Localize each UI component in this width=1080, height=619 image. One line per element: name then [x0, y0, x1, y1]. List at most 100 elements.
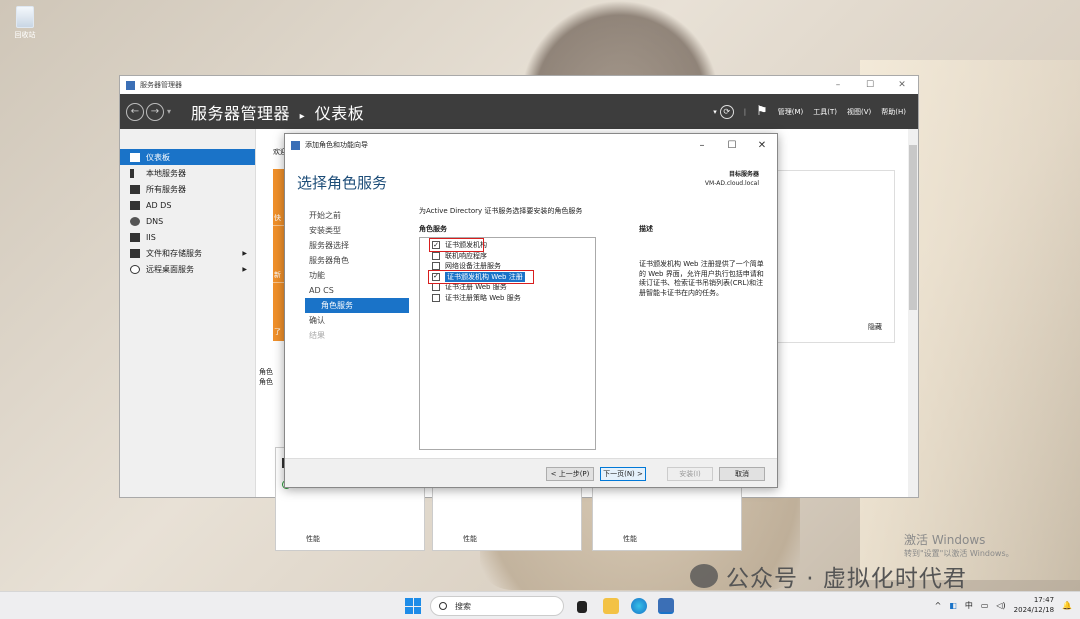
- step-features[interactable]: 功能: [305, 268, 409, 283]
- description-text: 证书颁发机构 Web 注册提供了一个简单的 Web 界面，允许用户执行包括申请和…: [639, 260, 764, 297]
- previous-button[interactable]: < 上一步(P): [546, 467, 594, 481]
- taskbar-search[interactable]: 搜索: [430, 596, 564, 616]
- input-language[interactable]: 中: [965, 600, 973, 611]
- step-server-roles[interactable]: 服务器角色: [305, 253, 409, 268]
- sidebar-item-label: 文件和存储服务: [146, 248, 202, 258]
- server-manager-sidebar: 仪表板 本地服务器 所有服务器 AD DS DNS IIS 文件和存储服务 ▶: [120, 129, 256, 497]
- page-title: 选择角色服务: [297, 174, 388, 192]
- sidebar-item-file-storage[interactable]: 文件和存储服务 ▶: [120, 245, 255, 261]
- network-icon[interactable]: ▭: [981, 601, 989, 610]
- sidebar-item-ad-ds[interactable]: AD DS: [120, 197, 255, 213]
- dashboard-scrollbar[interactable]: [908, 129, 918, 497]
- role-service-label: 证书注册策略 Web 服务: [445, 293, 521, 302]
- back-arrow-icon[interactable]: ←: [126, 102, 144, 121]
- server-icon: [130, 168, 134, 178]
- step-server-selection[interactable]: 服务器选择: [305, 238, 409, 253]
- menu-manage[interactable]: 管理(M): [778, 107, 804, 117]
- cancel-button[interactable]: 取消: [719, 467, 765, 481]
- activate-windows-title: 激活 Windows: [904, 533, 986, 547]
- clock-time: 17:47: [1033, 596, 1055, 604]
- app-tray-icon[interactable]: ◧: [949, 601, 957, 610]
- step-role-services[interactable]: 角色服务: [305, 298, 409, 313]
- forward-arrow-icon[interactable]: →: [146, 102, 164, 121]
- step-installation-type[interactable]: 安装类型: [305, 223, 409, 238]
- windows-start-icon[interactable]: [405, 598, 421, 614]
- highlight-box: [428, 270, 534, 284]
- refresh-dropdown[interactable]: ▾ ⟳: [713, 104, 734, 119]
- checkbox[interactable]: [432, 283, 440, 292]
- checkbox[interactable]: [432, 293, 440, 302]
- wizard-titlebar[interactable]: 添加角色和功能向导 – ☐ ✕: [285, 134, 777, 156]
- task-view-icon[interactable]: [577, 601, 587, 613]
- step-confirmation[interactable]: 确认: [305, 313, 409, 328]
- server-manager-window-title: 服务器管理器: [140, 81, 182, 89]
- checkbox[interactable]: [432, 251, 440, 260]
- sidebar-item-local-server[interactable]: 本地服务器: [120, 165, 255, 181]
- minimize-button[interactable]: –: [687, 140, 717, 151]
- menu-help[interactable]: 帮助(H): [881, 107, 906, 117]
- sidebar-item-all-servers[interactable]: 所有服务器: [120, 181, 255, 197]
- clock[interactable]: 17:47 2024/12/18: [1014, 595, 1054, 615]
- menu-tools[interactable]: 工具(T): [813, 107, 837, 117]
- edge-browser-icon[interactable]: [631, 598, 647, 614]
- activate-windows-subtitle: 转到"设置"以激活 Windows。: [904, 549, 1014, 558]
- destination-label: 目标服务器: [728, 171, 759, 178]
- wizard-app-icon: [291, 140, 300, 150]
- iis-icon: [130, 232, 140, 242]
- step-ad-cs[interactable]: AD CS: [305, 283, 409, 298]
- menu-view[interactable]: 视图(V): [847, 107, 871, 117]
- recycle-bin-icon: [16, 6, 34, 28]
- notifications-flag-icon[interactable]: ⚑: [756, 104, 768, 119]
- sidebar-item-remote-desktop[interactable]: 远程桌面服务 ▶: [120, 261, 255, 277]
- role-service-online-responder[interactable]: 联机响应程序: [420, 251, 595, 262]
- close-button[interactable]: ✕: [886, 80, 918, 90]
- tile-caption: 性能: [623, 535, 637, 543]
- step-results: 结果: [309, 331, 325, 340]
- minimize-button[interactable]: –: [822, 80, 854, 90]
- dns-icon: [130, 216, 140, 226]
- volume-icon[interactable]: ◁): [996, 601, 1005, 610]
- hide-link[interactable]: 隐藏: [868, 322, 882, 332]
- wizard-body: 选择角色服务 目标服务器 VM-AD.cloud.local 开始之前 安装类型…: [285, 156, 777, 460]
- wizard-steps: 开始之前 安装类型 服务器选择 服务器角色 功能 AD CS 角色服务 确认 结…: [305, 208, 409, 343]
- server-manager-header-bar: ← → ▾ 服务器管理器 ▸ 仪表板 ▾ ⟳ | ⚑ 管理(M) 工具(T) 视…: [120, 94, 918, 129]
- close-button[interactable]: ✕: [747, 140, 777, 151]
- server-manager-titlebar[interactable]: 服务器管理器 – ☐ ✕: [120, 76, 918, 94]
- sidebar-item-dns[interactable]: DNS: [120, 213, 255, 229]
- sidebar-item-label: IIS: [146, 232, 156, 242]
- sidebar-item-iis[interactable]: IIS: [120, 229, 255, 245]
- tile-caption: 性能: [463, 535, 477, 543]
- wechat-watermark: 公众号 · 虚拟化时代君: [690, 559, 967, 593]
- recycle-bin-desktop-icon[interactable]: 回收站: [8, 6, 42, 40]
- chevron-up-icon[interactable]: ^: [935, 601, 942, 610]
- nav-dropdown-icon[interactable]: ▾: [167, 107, 171, 116]
- server-manager-taskbar-icon[interactable]: [658, 598, 674, 614]
- instruction-text: 为Active Directory 证书服务选择要安装的角色服务: [419, 207, 583, 215]
- notification-bell-icon[interactable]: 🔔: [1062, 601, 1072, 610]
- ad-ds-icon: [130, 200, 140, 210]
- install-button[interactable]: 安装(I): [667, 467, 713, 481]
- storage-icon: [130, 248, 140, 258]
- sidebar-item-label: 本地服务器: [146, 168, 186, 178]
- scrollbar-thumb[interactable]: [909, 145, 917, 310]
- sidebar-item-dashboard[interactable]: 仪表板: [120, 149, 255, 165]
- file-explorer-icon[interactable]: [603, 598, 619, 614]
- servers-icon: [130, 184, 140, 194]
- server-manager-app-icon: [126, 80, 135, 90]
- maximize-button[interactable]: ☐: [717, 140, 747, 151]
- role-service-cert-enrollment-policy-web[interactable]: 证书注册策略 Web 服务: [420, 293, 595, 304]
- chevron-down-icon: ▾: [713, 107, 717, 116]
- sidebar-item-label: 仪表板: [146, 152, 170, 162]
- destination-server: 目标服务器 VM-AD.cloud.local: [705, 170, 759, 188]
- sidebar-item-label: DNS: [146, 216, 164, 226]
- wechat-icon: [690, 564, 718, 588]
- roles-heading: 角色: [259, 368, 273, 376]
- step-before-you-begin[interactable]: 开始之前: [305, 208, 409, 223]
- highlight-box: [429, 238, 484, 252]
- sidebar-item-label: 所有服务器: [146, 184, 186, 194]
- search-icon: [439, 602, 447, 610]
- next-button[interactable]: 下一页(N) >: [600, 467, 646, 481]
- recycle-bin-label: 回收站: [14, 31, 36, 39]
- maximize-button[interactable]: ☐: [854, 80, 886, 90]
- dashboard-icon: [130, 152, 140, 162]
